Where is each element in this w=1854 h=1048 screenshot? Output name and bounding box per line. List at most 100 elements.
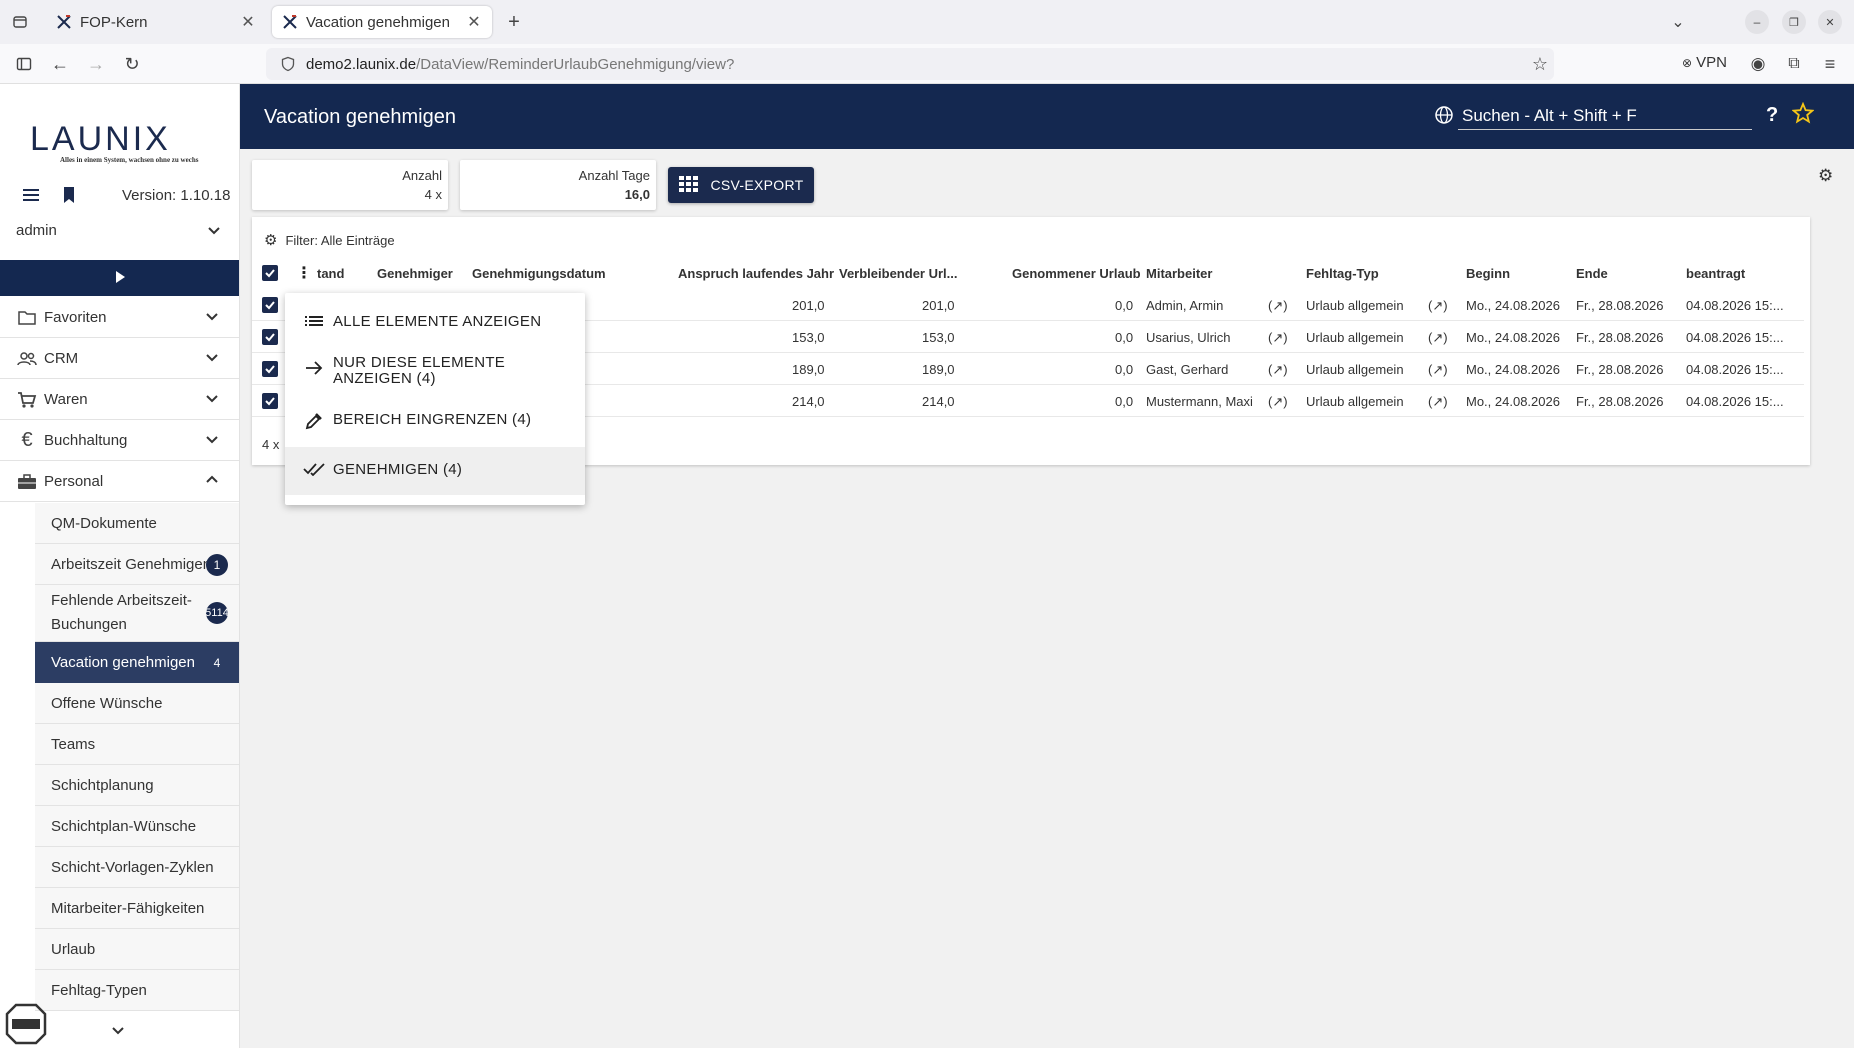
sidebar-item-qm-dokumente[interactable]: QM-Dokumente xyxy=(35,503,239,544)
globe-icon xyxy=(1434,105,1454,128)
menu-item-bereich-eingrenzen[interactable]: BEREICH EINGRENZEN (4) xyxy=(285,411,585,441)
col-header-genehmiger[interactable]: Genehmiger xyxy=(377,266,453,281)
settings-gear-icon[interactable]: ⚙ xyxy=(1818,166,1833,186)
bookmarks-icon[interactable] xyxy=(58,184,82,208)
cell-genommen: 0,0 xyxy=(1115,330,1134,345)
col-header-fehltag-typ[interactable]: Fehltag-Typ xyxy=(1306,266,1379,281)
close-window-icon[interactable]: ✕ xyxy=(1818,10,1842,34)
col-header-anspruch[interactable]: Anspruch laufendes Jahr xyxy=(678,266,834,281)
sidebar-item-label: Vacation genehmigen xyxy=(51,654,195,671)
menu-favoriten[interactable]: Favoriten xyxy=(0,298,239,338)
user-selector[interactable]: admin xyxy=(16,222,226,246)
close-tab-icon[interactable]: ✕ xyxy=(240,12,256,32)
col-header-mitarbeiter[interactable]: Mitarbeiter xyxy=(1146,266,1212,281)
reload-icon[interactable]: ↻ xyxy=(120,52,144,76)
sidebar-item-label: Teams xyxy=(51,735,96,753)
user-name: admin xyxy=(16,222,57,239)
sidebar-item-fehltag-typen[interactable]: Fehltag-Typen xyxy=(35,970,239,1011)
menu-item-alle-elemente-anzeigen[interactable]: ALLE ELEMENTE ANZEIGEN xyxy=(285,313,585,343)
col-header-stand[interactable]: tand xyxy=(317,266,344,281)
sidebar-item-label: Schichtplan-Wünsche xyxy=(51,817,197,835)
close-tab-icon[interactable]: ✕ xyxy=(466,12,482,32)
menu-label: Favoriten xyxy=(44,309,107,326)
filter-bar[interactable]: ⚙ Filter: Alle Einträge xyxy=(264,231,395,249)
grid-icon xyxy=(678,175,699,195)
open-link-icon[interactable]: (↗) xyxy=(1428,362,1448,378)
tab-vacation-genehmigen[interactable]: Vacation genehmigen ✕ xyxy=(272,6,492,38)
sidebar-item-urlaub[interactable]: Urlaub xyxy=(35,929,239,970)
sidebar-item-label: Mitarbeiter-Fähigkeiten xyxy=(51,899,205,917)
sidebar-item-arbeitszeit-genehmigen[interactable]: Arbeitszeit Genehmigen 1 xyxy=(35,544,239,585)
sidebar-item-offene-wuensche[interactable]: Offene Wünsche xyxy=(35,683,239,724)
launix-logo[interactable]: LAUNIX Alles in einem System, wachsen oh… xyxy=(30,122,220,166)
open-link-icon[interactable]: (↗) xyxy=(1428,298,1448,314)
tab-fop-kern[interactable]: FOP-Kern ✕ xyxy=(46,6,266,38)
col-header-ende[interactable]: Ende xyxy=(1576,266,1608,281)
app-header: Vacation genehmigen Suchen - Alt + Shift… xyxy=(240,84,1854,149)
row-actions-kebab-icon[interactable]: ⋮ xyxy=(296,263,312,283)
select-all-checkbox[interactable] xyxy=(262,265,278,281)
sidebar-item-mitarbeiter-faehigkeiten[interactable]: Mitarbeiter-Fähigkeiten xyxy=(35,888,239,929)
tab-list-icon[interactable] xyxy=(8,10,32,34)
back-icon[interactable]: ← xyxy=(48,52,72,76)
menu-item-nur-diese-elemente-anzeigen[interactable]: NUR DIESE ELEMENTE ANZEIGEN (4) xyxy=(285,355,585,397)
open-link-icon[interactable]: (↗) xyxy=(1268,394,1288,410)
sidebar-item-label: QM-Dokumente xyxy=(51,514,157,532)
col-header-beginn[interactable]: Beginn xyxy=(1466,266,1510,281)
sidebar-item-fehlende-arbeitszeit-buchungen[interactable]: Fehlende Arbeitszeit-Buchungen 5114 xyxy=(35,585,239,642)
menu-item-genehmigen[interactable]: GENEHMIGEN (4) xyxy=(285,447,585,495)
sidebar-scroll-down-icon[interactable] xyxy=(110,1022,130,1042)
cell-ende: Fr., 28.08.2026 xyxy=(1576,298,1664,313)
menu-waren[interactable]: Waren xyxy=(0,380,239,420)
browser-menu-icon[interactable]: ≡ xyxy=(1818,52,1842,76)
open-link-icon[interactable]: (↗) xyxy=(1268,330,1288,346)
new-tab-icon[interactable]: + xyxy=(502,10,526,34)
menu-personal[interactable]: Personal xyxy=(0,462,239,502)
sidebar-item-schicht-vorlagen-zyklen[interactable]: Schicht-Vorlagen-Zyklen xyxy=(35,847,239,888)
sidebar-item-label: Urlaub xyxy=(51,940,96,958)
sidebar-item-schichtplanung[interactable]: Schichtplanung xyxy=(35,765,239,806)
csv-export-button[interactable]: CSV-EXPORT xyxy=(668,167,814,203)
hamburger-menu-icon[interactable] xyxy=(20,184,44,208)
forward-icon[interactable]: → xyxy=(84,52,108,76)
menu-item-label: GENEHMIGEN (4) xyxy=(333,461,463,478)
run-button[interactable] xyxy=(0,260,239,296)
menu-crm[interactable]: CRM xyxy=(0,339,239,379)
account-icon[interactable]: ◉ xyxy=(1746,52,1770,76)
sidebar-item-teams[interactable]: Teams xyxy=(35,724,239,765)
logo-word: LAUNIX xyxy=(30,120,171,158)
col-header-genehmigungsdatum[interactable]: Genehmigungsdatum xyxy=(472,266,606,281)
cell-fehltag-typ: Urlaub allgemein xyxy=(1306,362,1404,377)
count-card: Anzahl 4 x xyxy=(252,160,448,210)
open-link-icon[interactable]: (↗) xyxy=(1268,362,1288,378)
col-header-beantragt[interactable]: beantragt xyxy=(1686,266,1745,281)
vpn-indicator[interactable]: ⊗ VPN xyxy=(1682,54,1727,71)
site-security-icon[interactable] xyxy=(276,52,300,76)
url-bar[interactable]: demo2.launix.de/DataView/ReminderUrlaubG… xyxy=(266,48,1554,80)
open-link-icon[interactable]: (↗) xyxy=(1428,330,1448,346)
col-header-verbleibend[interactable]: Verbleibender Url... xyxy=(839,266,958,281)
open-link-icon[interactable]: (↗) xyxy=(1268,298,1288,314)
favorite-star-icon[interactable] xyxy=(1791,101,1815,127)
search-placeholder: Suchen - Alt + Shift + F xyxy=(1462,106,1637,125)
sidebar-item-schichtplan-wuensche[interactable]: Schichtplan-Wünsche xyxy=(35,806,239,847)
extensions-icon[interactable]: ⧉ xyxy=(1782,52,1806,76)
row-checkbox[interactable] xyxy=(262,361,278,377)
restore-icon[interactable]: ❐ xyxy=(1782,10,1806,34)
sidebar-item-vacation-genehmigen[interactable]: Vacation genehmigen 4 xyxy=(35,642,239,683)
play-icon xyxy=(113,270,127,287)
help-icon[interactable]: ? xyxy=(1766,104,1778,127)
row-checkbox[interactable] xyxy=(262,297,278,313)
row-checkbox[interactable] xyxy=(262,329,278,345)
menu-buchhaltung[interactable]: € Buchhaltung xyxy=(0,421,239,461)
tab-overflow-chevron-icon[interactable]: ⌄ xyxy=(1666,10,1690,34)
sidebar-toggle-icon[interactable] xyxy=(12,52,36,76)
launix-favicon-icon xyxy=(282,14,298,30)
open-link-icon[interactable]: (↗) xyxy=(1428,394,1448,410)
bookmark-star-icon[interactable]: ☆ xyxy=(1528,52,1552,76)
minimize-icon[interactable]: – xyxy=(1745,10,1769,34)
row-checkbox[interactable] xyxy=(262,393,278,409)
search-input[interactable]: Suchen - Alt + Shift + F xyxy=(1434,100,1752,132)
cell-anspruch: 214,0 xyxy=(792,394,825,409)
col-header-genommen[interactable]: Genommener Urlaub xyxy=(1012,266,1141,281)
